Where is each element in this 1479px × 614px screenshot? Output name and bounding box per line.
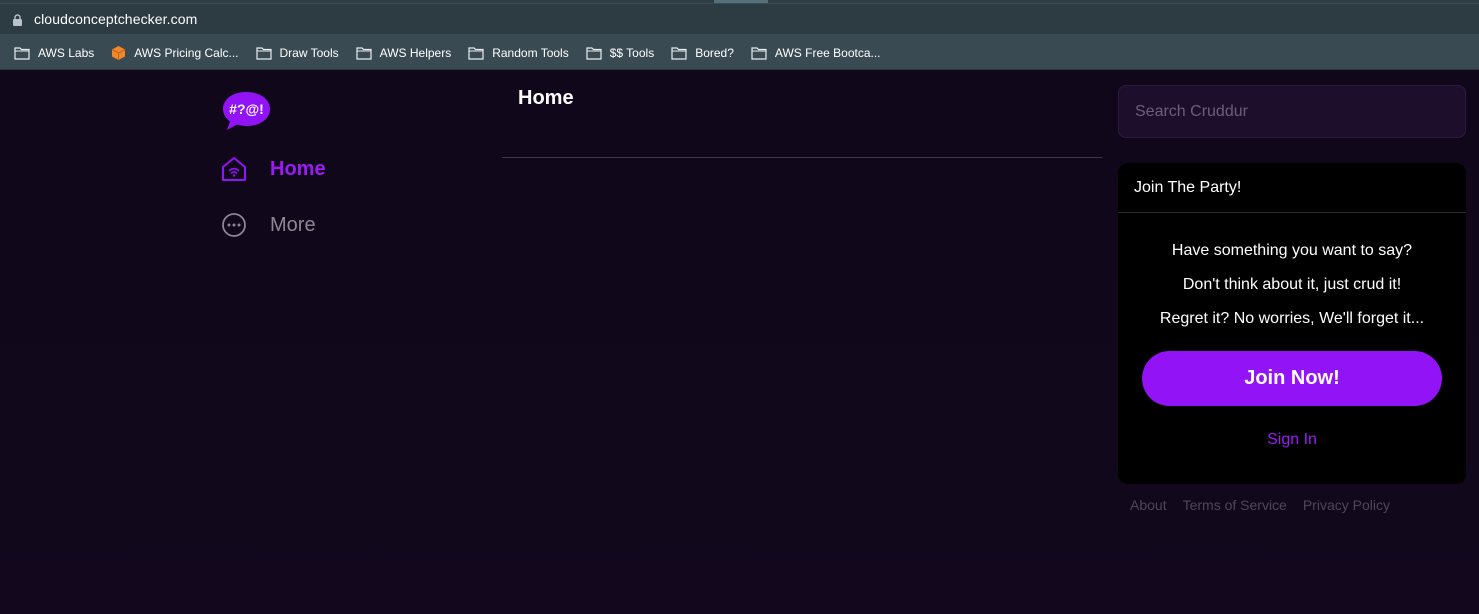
- bookmark-money-tools[interactable]: $$ Tools: [586, 41, 654, 65]
- bookmark-bored[interactable]: Bored?: [671, 41, 734, 65]
- bookmark-label: AWS Helpers: [379, 46, 452, 60]
- sidebar-item-label: More: [270, 213, 316, 236]
- home-icon: [222, 157, 246, 181]
- footer-link-about[interactable]: About: [1130, 497, 1167, 513]
- bookmark-aws-pricing[interactable]: AWS Pricing Calc...: [111, 41, 239, 65]
- bookmark-label: AWS Free Bootca...: [774, 46, 881, 60]
- bookmark-draw-tools[interactable]: Draw Tools: [255, 41, 339, 65]
- sidebar-item-more[interactable]: More: [220, 211, 316, 239]
- folder-icon: [751, 47, 767, 60]
- folder-icon: [671, 47, 687, 60]
- join-card-line: Regret it? No worries, We'll forget it..…: [1159, 310, 1425, 327]
- bookmark-label: Random Tools: [492, 46, 569, 60]
- cruddur-logo[interactable]: #?@!: [222, 90, 272, 132]
- folder-icon: [356, 47, 372, 60]
- join-now-button[interactable]: Join Now!: [1142, 351, 1442, 406]
- page-title: Home: [518, 87, 574, 109]
- join-card-title: Join The Party!: [1118, 163, 1466, 213]
- bookmark-label: AWS Pricing Calc...: [134, 46, 239, 60]
- bookmark-label: AWS Labs: [38, 46, 95, 60]
- sign-in-link[interactable]: Sign In: [1118, 431, 1466, 449]
- aws-pricing-icon: [112, 46, 126, 60]
- bookmark-aws-free-bootcamp[interactable]: AWS Free Bootca...: [751, 41, 881, 65]
- folder-icon: [255, 47, 272, 60]
- lock-icon: [13, 14, 22, 26]
- bookmarks-bar: AWS Labs AWS Pricing Calc... Draw Tools …: [0, 40, 1479, 66]
- bookmark-aws-helpers[interactable]: AWS Helpers: [356, 41, 452, 65]
- folder-icon: [586, 47, 602, 60]
- bookmark-label: Bored?: [695, 46, 734, 60]
- app-root: #?@! Home More Home Join The Party! Have…: [0, 70, 1479, 614]
- folder-icon: [14, 47, 30, 60]
- address-bar[interactable]: cloudconceptchecker.com: [0, 4, 1479, 34]
- bookmark-random-tools[interactable]: Random Tools: [468, 41, 569, 65]
- sidebar-item-label: Home: [270, 157, 326, 180]
- more-icon: [222, 213, 246, 237]
- browser-chrome: cloudconceptchecker.com AWS Labs AWS Pri…: [0, 0, 1479, 70]
- footer-link-privacy[interactable]: Privacy Policy: [1303, 497, 1390, 513]
- search-input[interactable]: [1118, 85, 1466, 138]
- bookmark-label: $$ Tools: [609, 46, 655, 60]
- footer-link-terms[interactable]: Terms of Service: [1183, 497, 1287, 513]
- feed-divider: [502, 157, 1102, 158]
- folder-icon: [468, 47, 484, 60]
- join-card-line: Have something you want to say?: [1171, 242, 1413, 259]
- active-tab-indicator[interactable]: [714, 0, 768, 3]
- logo-text: #?@!: [229, 101, 264, 117]
- bookmark-aws-labs[interactable]: AWS Labs: [14, 41, 94, 65]
- sidebar-item-home[interactable]: Home: [220, 155, 326, 183]
- join-card-line: Don't think about it, just crud it!: [1182, 276, 1402, 293]
- join-card: Join The Party! Have something you want …: [1118, 163, 1466, 484]
- bookmark-label: Draw Tools: [279, 46, 339, 60]
- footer-links: About Terms of Service Privacy Policy: [1130, 497, 1406, 513]
- url-text[interactable]: cloudconceptchecker.com: [34, 11, 197, 27]
